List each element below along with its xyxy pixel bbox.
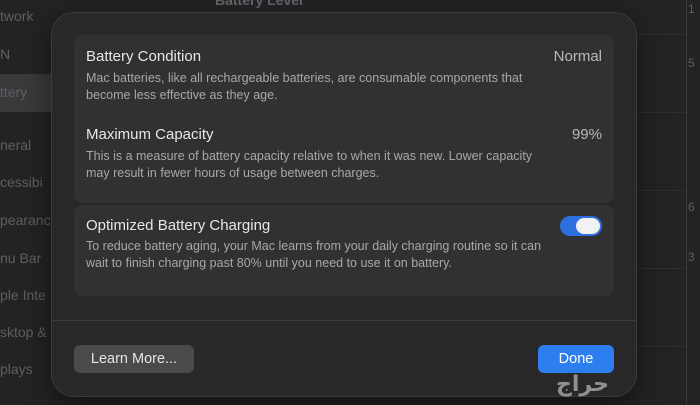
background-gridline	[636, 190, 686, 191]
background-gridline	[636, 268, 686, 269]
maximum-capacity-description: This is a measure of battery capacity re…	[86, 149, 533, 180]
watermark-logo: حراج	[556, 372, 609, 397]
battery-condition-description: Mac batteries, like all rechargeable bat…	[86, 71, 523, 102]
background-sidebar-item[interactable]: N	[0, 46, 10, 62]
learn-more-button[interactable]: Learn More...	[74, 345, 194, 373]
background-sidebar-item[interactable]: ttery	[0, 84, 27, 100]
background-sidebar-item[interactable]: neral	[0, 137, 31, 153]
background-sidebar-item[interactable]: nu Bar	[0, 250, 41, 266]
background-axis-label: 1	[688, 2, 695, 16]
background-axis-line	[686, 0, 687, 405]
battery-health-dialog: Battery Condition Normal Mac batteries, …	[52, 13, 636, 396]
background-sidebar-item[interactable]: pearanc	[0, 212, 51, 228]
background-sidebar-item[interactable]: twork	[0, 8, 33, 24]
optimized-charging-title: Optimized Battery Charging	[86, 217, 271, 234]
optimized-charging-description: To reduce battery aging, your Mac learns…	[86, 239, 542, 270]
background-axis-label: 5	[688, 56, 695, 70]
done-button[interactable]: Done	[538, 345, 614, 373]
background-chart-title: Battery Level	[215, 0, 303, 8]
optimized-charging-group: Optimized Battery Charging To reduce bat…	[74, 205, 614, 296]
battery-condition-value: Normal	[553, 48, 602, 65]
background-sidebar-item[interactable]: ple Inte	[0, 287, 46, 303]
background-axis-label: 6	[688, 200, 695, 214]
battery-info-group: Battery Condition Normal Mac batteries, …	[74, 35, 614, 203]
background-sidebar-item[interactable]: sktop &	[0, 324, 47, 340]
background-gridline	[636, 346, 686, 347]
background-sidebar-item[interactable]: plays	[0, 361, 33, 377]
maximum-capacity-title: Maximum Capacity	[86, 126, 214, 143]
optimized-charging-toggle[interactable]	[560, 216, 602, 236]
background-axis-label: 3	[688, 250, 695, 264]
footer-separator	[52, 320, 636, 321]
maximum-capacity-value: 99%	[571, 126, 602, 143]
battery-condition-title: Battery Condition	[86, 48, 202, 65]
toggle-knob	[576, 218, 600, 234]
background-gridline	[636, 34, 686, 35]
background-sidebar-item[interactable]: cessibi	[0, 174, 43, 190]
background-gridline	[636, 112, 686, 113]
